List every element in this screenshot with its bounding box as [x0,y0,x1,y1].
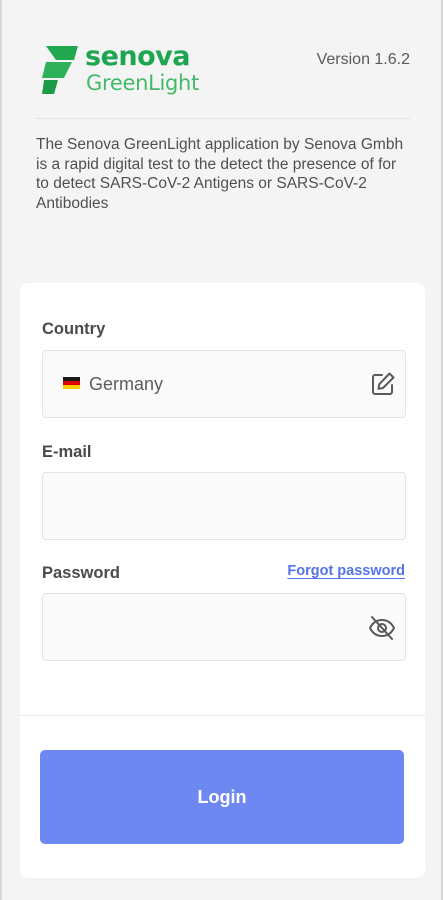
logo-wordmark-senova: senova [85,41,190,72]
login-screen: senova GreenLight Version 1.6.2 The Seno… [0,0,443,900]
senova-logo: senova GreenLight [42,41,222,100]
email-field[interactable] [42,472,406,540]
password-label: Password [42,564,120,582]
app-description: The Senova GreenLight application by Sen… [36,136,404,212]
forgot-password-link[interactable]: Forgot password [287,563,405,579]
password-field[interactable] [42,593,406,661]
eye-off-icon[interactable] [368,614,396,642]
header-divider [36,118,410,119]
country-selector[interactable]: Germany [42,350,406,418]
edit-icon[interactable] [370,371,396,397]
logo-wordmark-greenlight: GreenLight [86,71,200,95]
header: senova GreenLight Version 1.6.2 [36,40,410,110]
senova-logo-mark-icon [42,46,78,94]
login-card: Country Germany E-mail Password Forgot p… [20,283,425,878]
frame-left-edge [0,0,2,900]
country-label: Country [42,320,106,338]
country-value: Germany [89,374,164,394]
login-button[interactable]: Login [40,750,404,844]
card-divider [20,715,425,716]
germany-flag-icon [63,377,80,389]
email-label: E-mail [42,443,92,461]
app-version: Version 1.6.2 [316,51,410,68]
